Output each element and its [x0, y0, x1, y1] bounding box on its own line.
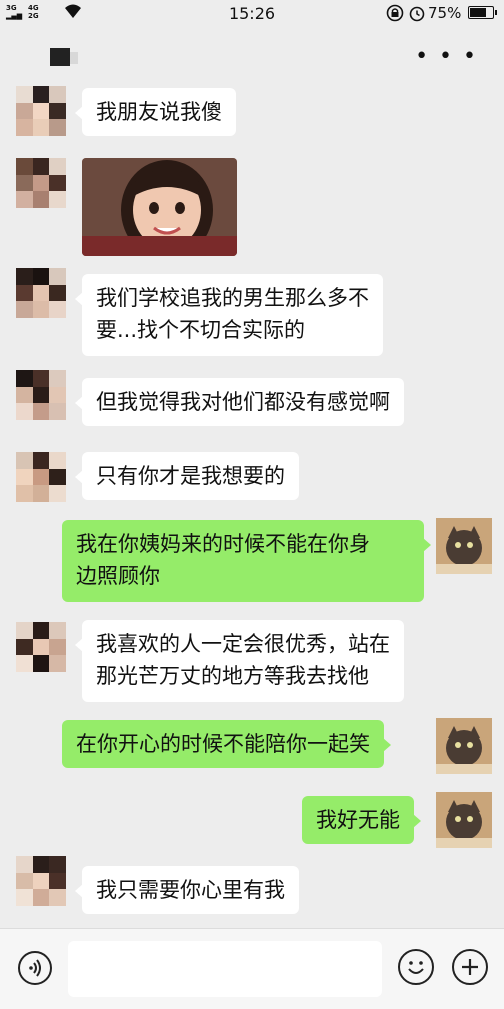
contact-name-redacted — [50, 48, 70, 66]
message-bubble-sent[interactable]: 我好无能 — [302, 796, 421, 844]
message-bubble[interactable]: 但我觉得我对他们都没有感觉啊 — [75, 378, 404, 426]
message-line: 要...找个不切合实际的 — [96, 318, 306, 342]
message-bubble[interactable]: 我喜欢的人一定会很优秀，站在 那光芒万丈的地方等我去找他 — [75, 620, 404, 702]
girl-photo-image — [82, 158, 237, 256]
battery-percent: 75% — [428, 4, 462, 22]
contact-avatar[interactable] — [16, 370, 66, 420]
my-avatar[interactable] — [436, 792, 492, 848]
contact-avatar[interactable] — [16, 452, 66, 502]
message-line: 我喜欢的人一定会很优秀，站在 — [96, 632, 390, 656]
message-bubble[interactable]: 我们学校追我的男生那么多不 要...找个不切合实际的 — [75, 274, 383, 356]
message-bubble-sent[interactable]: 我在你姨妈来的时候不能在你身 边照顾你 — [62, 520, 431, 602]
my-avatar[interactable] — [436, 518, 492, 574]
contact-avatar[interactable] — [16, 86, 66, 136]
contact-avatar[interactable] — [16, 268, 66, 318]
message-bubble[interactable]: 我朋友说我傻 — [75, 88, 236, 136]
message-bubble[interactable]: 只有你才是我想要的 — [75, 452, 299, 500]
emoji-icon[interactable] — [398, 949, 434, 985]
alarm-icon — [409, 6, 425, 22]
message-line: 边照顾你 — [76, 564, 160, 588]
message-line: 那光芒万丈的地方等我去找他 — [96, 664, 369, 688]
status-bar: 3G ▂▄▆ 4G 2G 15:26 75% — [0, 0, 504, 30]
plus-icon[interactable] — [452, 949, 488, 985]
contact-avatar[interactable] — [16, 856, 66, 906]
message-bubble-sent[interactable]: 在你开心的时候不能陪你一起笑 — [62, 720, 391, 768]
contact-avatar[interactable] — [16, 622, 66, 672]
battery-icon — [468, 6, 497, 19]
contact-name-redacted-2 — [70, 52, 78, 64]
message-input[interactable] — [68, 941, 382, 997]
more-options-button[interactable]: • • • — [415, 46, 478, 68]
voice-icon[interactable] — [18, 951, 52, 985]
contact-avatar[interactable] — [16, 158, 66, 208]
message-bubble[interactable]: 我只需要你心里有我 — [75, 866, 299, 914]
message-line: 我们学校追我的男生那么多不 — [96, 286, 369, 310]
message-line: 我在你姨妈来的时候不能在你身 — [76, 532, 370, 556]
girl-photo-message[interactable] — [82, 158, 237, 256]
chat-header: • • • — [0, 30, 504, 86]
my-avatar[interactable] — [436, 718, 492, 774]
input-bar — [0, 928, 504, 1009]
lock-icon — [386, 4, 404, 22]
